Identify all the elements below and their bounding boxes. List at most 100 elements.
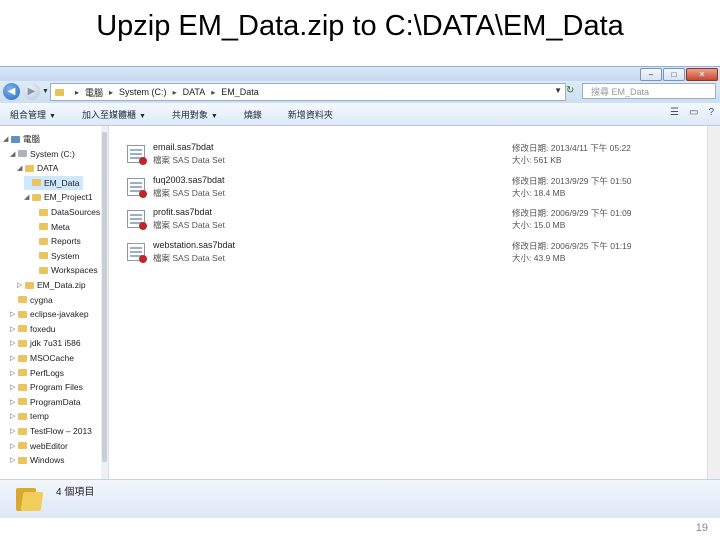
file-name: profit.sas7bdat bbox=[153, 207, 213, 217]
tree-item[interactable]: ▷ ProgramData bbox=[10, 395, 85, 409]
tree-item[interactable]: Meta bbox=[31, 220, 74, 234]
explorer-window: – □ ✕ ◀ ▶ ▼ ▸ 電腦 ▸ System (C:) ▸ DATA ▸ … bbox=[0, 66, 720, 518]
tree-item[interactable]: ▷ EM_Data.zip bbox=[17, 278, 90, 292]
expand-arrow-icon[interactable]: ▷ bbox=[10, 398, 18, 406]
tree-item-label: 電腦 bbox=[23, 134, 41, 144]
file-item[interactable]: profit.sas7bdat 檔案 SAS Data Set 修改日期: 2006… bbox=[127, 207, 717, 235]
burn-button[interactable]: 燒錄 bbox=[244, 108, 262, 121]
expand-arrow-icon[interactable]: ▷ bbox=[10, 325, 18, 333]
tree-item[interactable]: Workspaces bbox=[31, 263, 102, 277]
tree-item[interactable]: ▷ temp bbox=[10, 409, 53, 423]
tree-item-label: EM_Data bbox=[44, 177, 80, 188]
tree-item[interactable]: ◢ DATA bbox=[17, 161, 62, 175]
nav-vertical-scrollbar[interactable] bbox=[101, 126, 108, 479]
recent-pages-dropdown-icon[interactable]: ▼ bbox=[42, 88, 49, 95]
expand-arrow-icon[interactable]: ▷ bbox=[10, 354, 18, 362]
help-icon[interactable]: ? bbox=[708, 107, 714, 118]
folder-icon bbox=[18, 325, 27, 333]
tree-item-label: foxedu bbox=[30, 323, 56, 334]
tree-item[interactable]: System bbox=[31, 249, 83, 263]
tree-item[interactable]: EM_Data bbox=[24, 175, 84, 190]
expand-arrow-icon[interactable]: ▷ bbox=[10, 456, 18, 464]
expand-arrow-icon[interactable]: ◢ bbox=[3, 135, 11, 143]
expand-arrow-icon[interactable]: ◢ bbox=[17, 164, 25, 172]
new-folder-button[interactable]: 新增資料夾 bbox=[288, 108, 333, 121]
breadcrumb-chevron-icon[interactable]: ▸ bbox=[109, 88, 113, 97]
folder-icon bbox=[25, 164, 34, 172]
tree-item[interactable]: ▷ MSOCache bbox=[10, 351, 78, 365]
file-modified-date: 修改日期: 2013/4/11 下午 05:22 bbox=[512, 143, 631, 153]
item-count: 4 個項目 bbox=[56, 487, 95, 498]
breadcrumb-system-c[interactable]: System (C:) bbox=[119, 87, 167, 97]
tree-item[interactable]: ▷ jdk 7u31 i586 bbox=[10, 336, 85, 350]
tree-item-label: System bbox=[51, 250, 80, 261]
expand-arrow-icon[interactable]: ▷ bbox=[10, 369, 18, 377]
include-in-library-menu[interactable]: 加入至媒體櫃 ▼ bbox=[82, 108, 146, 121]
folder-icon bbox=[18, 412, 27, 420]
address-dropdown-icon[interactable]: ▼ bbox=[554, 86, 562, 95]
folder-icon bbox=[39, 252, 48, 260]
large-folder-icon bbox=[16, 485, 44, 511]
slide-title: Upzip EM_Data.zip to C:\DATA\EM_Data bbox=[96, 10, 624, 42]
tree-item-label: MSOCache bbox=[30, 353, 74, 363]
search-input[interactable]: 搜尋 EM_Data bbox=[582, 83, 716, 99]
expand-arrow-icon[interactable]: ▷ bbox=[17, 281, 25, 289]
file-item[interactable]: fuq2003.sas7bdat 檔案 SAS Data Set 修改日期: 201… bbox=[127, 175, 717, 203]
breadcrumb-em-data[interactable]: EM_Data bbox=[221, 87, 259, 97]
tree-item-label: Reports bbox=[51, 236, 81, 247]
tree-item[interactable]: ◢ System (C:) bbox=[10, 147, 79, 161]
file-item[interactable]: webstation.sas7bdat 檔案 SAS Data Set 修改日期: … bbox=[127, 240, 717, 268]
tree-item[interactable]: ▷ webEditor bbox=[10, 439, 72, 453]
tree-item-label: TestFlow – 2013 bbox=[30, 426, 92, 436]
tree-item[interactable]: ◢ EM_Project1 bbox=[24, 190, 97, 204]
tree-item[interactable]: Reports bbox=[31, 234, 85, 248]
expand-arrow-icon[interactable]: ▷ bbox=[10, 310, 18, 318]
file-item[interactable]: email.sas7bdat 檔案 SAS Data Set 修改日期: 2013/… bbox=[127, 142, 717, 170]
breadcrumb-chevron-icon[interactable]: ▸ bbox=[211, 88, 215, 97]
expand-arrow-icon[interactable]: ▷ bbox=[10, 383, 18, 391]
tree-item[interactable]: ◢ 電腦 bbox=[3, 132, 44, 146]
scroll-thumb[interactable] bbox=[102, 132, 107, 462]
breadcrumb-computer[interactable]: 電腦 bbox=[85, 86, 103, 99]
details-pane: 4 個項目 bbox=[0, 479, 720, 518]
back-button[interactable]: ◀ bbox=[3, 83, 20, 100]
command-bar: 組合管理 ▼ 加入至媒體櫃 ▼ 共用對象 ▼ 燒錄 新增資料夾 ☰ ▭ ? bbox=[0, 103, 720, 126]
expand-arrow-icon[interactable]: ◢ bbox=[10, 150, 18, 158]
tree-item[interactable]: ▷ eclipse-javakep bbox=[10, 307, 93, 321]
organize-menu[interactable]: 組合管理 ▼ bbox=[10, 108, 56, 121]
minimize-button[interactable]: – bbox=[640, 68, 662, 81]
expand-arrow-icon[interactable]: ▷ bbox=[10, 339, 18, 347]
folder-icon bbox=[32, 179, 41, 187]
folder-icon bbox=[32, 193, 41, 201]
breadcrumb-chevron-icon[interactable]: ▸ bbox=[75, 88, 79, 97]
view-options-icon[interactable]: ☰ bbox=[670, 107, 679, 118]
maximize-button[interactable]: □ bbox=[663, 68, 685, 81]
expand-arrow-icon[interactable]: ▷ bbox=[10, 427, 18, 435]
tree-item[interactable]: DataSources bbox=[31, 205, 104, 219]
close-button[interactable]: ✕ bbox=[686, 68, 718, 81]
refresh-icon[interactable]: ↻ bbox=[566, 85, 574, 96]
tree-item-label: Meta bbox=[51, 221, 70, 232]
tree-item[interactable]: ▷ PerfLogs bbox=[10, 366, 68, 380]
folder-icon bbox=[18, 296, 27, 304]
share-with-menu[interactable]: 共用對象 ▼ bbox=[172, 108, 218, 121]
sas-dataset-icon bbox=[127, 242, 147, 263]
address-bar[interactable]: ▸ 電腦 ▸ System (C:) ▸ DATA ▸ EM_Data ▼ bbox=[50, 83, 566, 101]
folder-icon bbox=[18, 442, 27, 450]
tree-item[interactable]: ▷ foxedu bbox=[10, 322, 60, 336]
tree-item-label: Windows bbox=[30, 455, 65, 466]
folder-icon bbox=[39, 266, 48, 274]
expand-arrow-icon[interactable]: ◢ bbox=[24, 193, 32, 201]
tree-item[interactable]: ▷ Program Files bbox=[10, 380, 87, 394]
expand-arrow-icon[interactable]: ▷ bbox=[10, 412, 18, 420]
breadcrumb-chevron-icon[interactable]: ▸ bbox=[173, 88, 177, 97]
tree-item[interactable]: cygna bbox=[10, 293, 57, 307]
forward-button[interactable]: ▶ bbox=[23, 83, 40, 100]
preview-pane-icon[interactable]: ▭ bbox=[689, 107, 698, 118]
expand-arrow-icon[interactable]: ▷ bbox=[10, 442, 18, 450]
tree-item[interactable]: ▷ TestFlow – 2013 bbox=[10, 424, 96, 438]
folder-icon bbox=[39, 208, 48, 216]
breadcrumb-data[interactable]: DATA bbox=[183, 87, 206, 97]
organize-label: 組合管理 bbox=[10, 109, 47, 120]
tree-item[interactable]: ▷ Windows bbox=[10, 453, 68, 467]
